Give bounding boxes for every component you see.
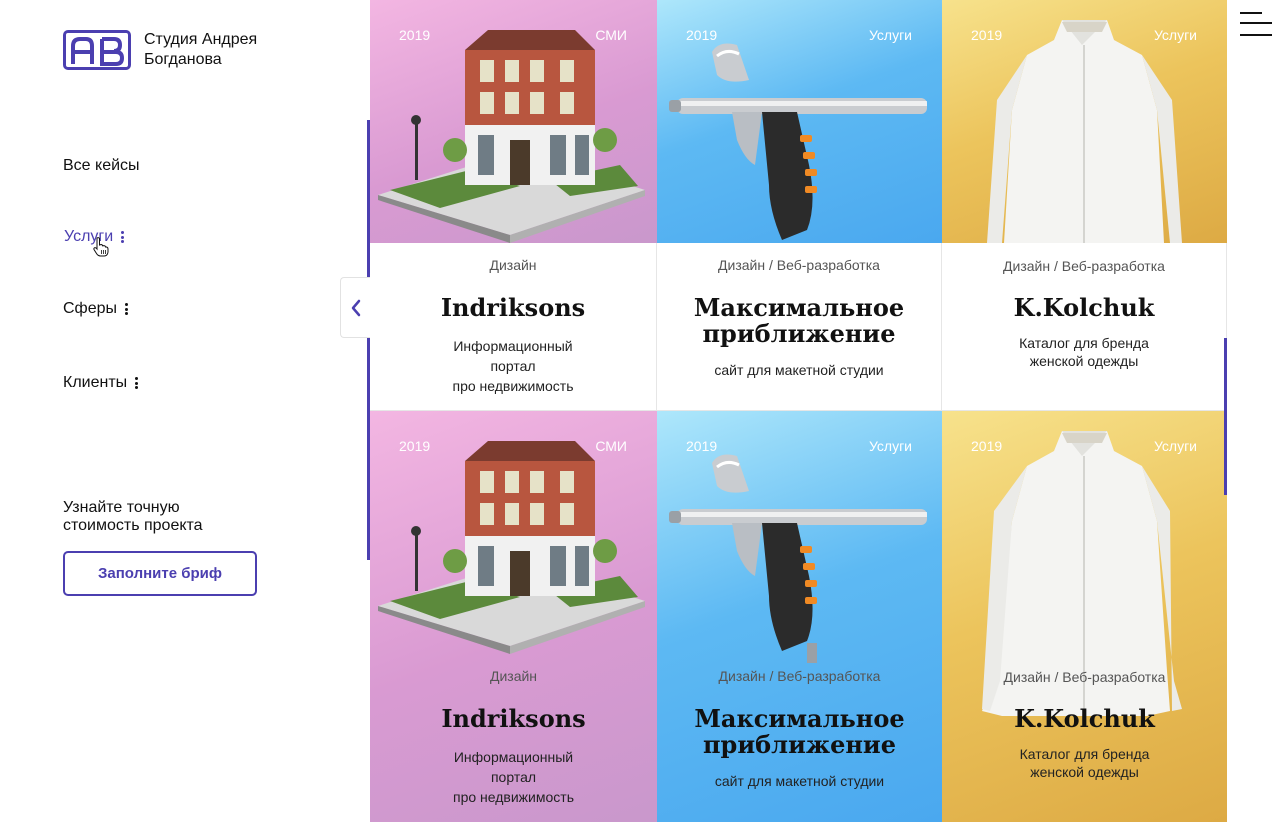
card-category: Дизайн / Веб-разработка bbox=[1003, 258, 1165, 274]
card-desc-line1: Информационный портал bbox=[453, 749, 574, 785]
card-info: Дизайн / Веб-разработка K.Kolchuk Катало… bbox=[942, 243, 1227, 411]
card-desc-line2: женской одежды bbox=[1029, 353, 1139, 369]
card-info: Дизайн / Веб-разработка Максимальное при… bbox=[657, 654, 942, 822]
card-description: сайт для макетной студии bbox=[657, 771, 942, 791]
nav-item-label: Все кейсы bbox=[63, 157, 140, 174]
card-year: 2019 bbox=[686, 27, 718, 43]
brand-name: Студия Андрея Богданова bbox=[144, 30, 284, 70]
card-info: Дизайн / Веб-разработка K.Kolchuk Катало… bbox=[942, 654, 1227, 822]
brand-name-line2: Богданова bbox=[144, 51, 222, 68]
nav-item-clients[interactable]: Клиенты bbox=[63, 372, 139, 394]
card-info: Дизайн Indriksons Информационный портал … bbox=[370, 654, 657, 822]
card-tag: СМИ bbox=[595, 438, 627, 454]
card-description: Каталог для бренда женской одежды bbox=[942, 745, 1227, 781]
card-category: Дизайн / Веб-разработка bbox=[718, 257, 880, 273]
card-description: Информационный портал про недвижимость bbox=[370, 747, 657, 807]
more-dots-icon[interactable] bbox=[135, 377, 139, 389]
card-info: Дизайн / Веб-разработка Максимальное при… bbox=[657, 243, 942, 411]
nav-item-label: Сферы bbox=[63, 300, 118, 317]
hamburger-menu-icon[interactable] bbox=[1240, 12, 1272, 38]
card-category: Дизайн / Веб-разработка bbox=[1003, 669, 1166, 685]
nav-item-all-cases[interactable]: Все кейсы bbox=[63, 155, 140, 177]
card-tag: Услуги bbox=[1153, 27, 1197, 43]
case-card[interactable]: 2019 СМИ Дизайн Indriksons Информационны… bbox=[370, 411, 657, 822]
card-description: Каталог для бренда женской одежды bbox=[942, 334, 1226, 370]
hand-pointer-icon bbox=[93, 237, 109, 257]
card-info: Дизайн Indriksons Информационный портал … bbox=[370, 243, 657, 411]
card-tag: СМИ bbox=[595, 27, 627, 43]
card-year: 2019 bbox=[399, 438, 431, 454]
card-title-line1: Максимальное bbox=[694, 704, 905, 733]
card-year: 2019 bbox=[399, 27, 431, 43]
card-desc-line1: Информационный портал bbox=[453, 338, 573, 374]
case-card[interactable]: 2019 Услуги Дизайн / Веб-разработка Макс… bbox=[657, 0, 942, 411]
chevron-left-icon bbox=[351, 299, 361, 316]
card-desc-line1: сайт для макетной студии bbox=[714, 773, 885, 789]
case-card[interactable]: 2019 Услуги Дизайн / Веб-разработка K.Ko… bbox=[942, 411, 1227, 822]
cases-grid: 2019 СМИ Дизайн Indriksons Информационны… bbox=[370, 0, 1227, 822]
card-title-line1: Максимальное bbox=[693, 293, 905, 322]
card-desc-line1: Каталог для бренда bbox=[1019, 335, 1149, 351]
card-desc-line1: сайт для макетной студии bbox=[714, 362, 884, 378]
card-title-line1: K.Kolchuk bbox=[1013, 293, 1155, 322]
card-title-line1: Indriksons bbox=[440, 293, 586, 322]
card-desc-line2: про недвижимость bbox=[452, 378, 574, 394]
cta-text-line1: Узнайте точную bbox=[63, 499, 180, 516]
card-category: Дизайн bbox=[489, 668, 538, 684]
card-description: сайт для макетной студии bbox=[657, 360, 941, 380]
collapse-sidebar-button[interactable] bbox=[340, 277, 371, 338]
more-dots-icon[interactable] bbox=[121, 231, 125, 243]
cta-text: Узнайте точную стоимость проекта bbox=[63, 499, 263, 535]
case-card[interactable]: 2019 Услуги Дизайн / Веб-разработка K.Ko… bbox=[942, 0, 1227, 411]
card-tag: Услуги bbox=[1153, 438, 1197, 454]
card-description: Информационный портал про недвижимость bbox=[370, 336, 656, 396]
card-title-line1: K.Kolchuk bbox=[1014, 704, 1155, 733]
nav-item-label: Клиенты bbox=[63, 374, 128, 391]
card-title-line2: приближение bbox=[702, 730, 897, 759]
card-category: Дизайн bbox=[489, 257, 537, 273]
card-year: 2019 bbox=[971, 438, 1003, 454]
card-title-line1: Indriksons bbox=[441, 704, 586, 733]
fill-brief-button[interactable]: Заполните бриф bbox=[63, 551, 257, 596]
logo-link[interactable]: Студия Андрея Богданова bbox=[63, 30, 284, 70]
case-card[interactable]: 2019 СМИ Дизайн Indriksons Информационны… bbox=[370, 0, 657, 411]
card-title: K.Kolchuk bbox=[942, 706, 1227, 732]
brand-name-line1: Студия Андрея bbox=[144, 31, 258, 48]
card-title: Indriksons bbox=[370, 295, 656, 321]
case-card[interactable]: 2019 Услуги Дизайн / Веб-разработка Макс… bbox=[657, 411, 942, 822]
logo-icon bbox=[63, 30, 131, 70]
card-year: 2019 bbox=[686, 438, 718, 454]
more-dots-icon[interactable] bbox=[125, 303, 129, 315]
card-desc-line1: Каталог для бренда bbox=[1019, 746, 1150, 762]
card-title-line2: приближение bbox=[702, 319, 896, 348]
card-title: Максимальное приближение bbox=[657, 295, 941, 347]
nav-item-spheres[interactable]: Сферы bbox=[63, 298, 129, 320]
card-title: K.Kolchuk bbox=[942, 295, 1226, 321]
scroll-indicator-right bbox=[1224, 338, 1227, 495]
card-desc-line2: про недвижимость bbox=[453, 789, 574, 805]
card-category: Дизайн / Веб-разработка bbox=[718, 668, 881, 684]
card-desc-line2: женской одежды bbox=[1030, 764, 1139, 780]
card-title: Максимальное приближение bbox=[657, 706, 942, 758]
card-title: Indriksons bbox=[370, 706, 657, 732]
sidebar: Студия Андрея Богданова Все кейсы Услуги… bbox=[0, 0, 370, 822]
cta-text-line2: стоимость проекта bbox=[63, 517, 203, 534]
card-tag: Услуги bbox=[868, 27, 912, 43]
card-tag: Услуги bbox=[868, 438, 912, 454]
card-year: 2019 bbox=[971, 27, 1003, 43]
